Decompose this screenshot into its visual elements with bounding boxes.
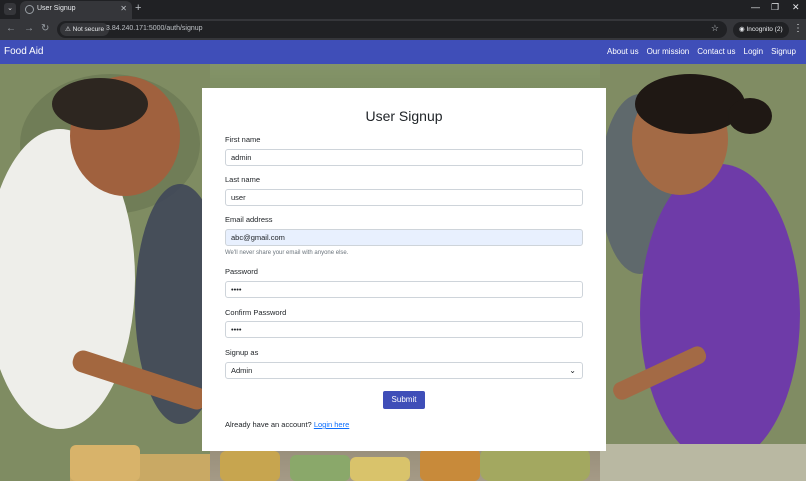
first-name-input[interactable]: admin [225,149,583,166]
incognito-chip[interactable]: ◉ Incognito (2) [733,22,789,38]
restore-icon[interactable]: ❐ [771,2,779,13]
signup-as-select[interactable]: Admin ⌄ [225,362,583,379]
last-name-input[interactable]: user [225,189,583,206]
browser-tab[interactable]: User Signup ✕ [20,1,132,19]
signup-as-label: Signup as [225,348,259,357]
brand-logo[interactable]: Food Aid [4,46,43,57]
browser-toolbar: ← → ↻ ⚠ Not secure 3.84.240.171:5000/aut… [0,19,806,40]
email-label: Email address [225,215,273,224]
kebab-menu-icon[interactable]: ⋮ [793,23,803,34]
close-icon[interactable]: ✕ [120,4,127,13]
tab-title: User Signup [37,5,76,12]
page-title: User Signup [365,108,443,124]
nav-links: About us Our mission Contact us Login Si… [607,47,796,56]
nav-login-link[interactable]: Login [744,47,764,56]
background-photo-left [0,64,210,481]
star-icon[interactable]: ☆ [711,23,719,34]
security-chip[interactable]: ⚠ Not secure [60,23,110,36]
incognito-icon: ◉ [739,26,745,33]
url-text[interactable]: 3.84.240.171:5000/auth/signup [106,25,203,32]
incognito-label: Incognito (2) [746,26,783,33]
login-prompt-text: Already have an account? [225,420,312,429]
new-tab-icon[interactable]: + [135,2,141,14]
address-bar[interactable]: ⚠ Not secure 3.84.240.171:5000/auth/sign… [57,21,727,38]
security-chip-label: Not secure [72,26,105,33]
globe-icon [25,5,34,14]
tab-search-icon[interactable]: ⌄ [4,3,16,15]
window-close-icon[interactable]: ✕ [792,2,800,13]
login-prompt: Already have an account? Login here [225,420,349,429]
back-arrow-icon[interactable]: ← [6,23,16,34]
reload-icon[interactable]: ↻ [41,23,49,34]
browser-tabstrip: ⌄ User Signup ✕ + — ❐ ✕ [0,0,806,19]
nav-about-link[interactable]: About us [607,47,639,56]
forward-arrow-icon[interactable]: → [24,23,34,34]
page-viewport: Food Aid About us Our mission Contact us… [0,40,806,481]
chevron-down-icon: ⌄ [569,366,576,375]
password-label: Password [225,267,258,276]
nav-contact-link[interactable]: Contact us [697,47,735,56]
background-photo-right [600,64,806,481]
submit-button[interactable]: Submit [383,391,425,409]
minimize-icon[interactable]: — [751,2,760,12]
email-input[interactable]: abc@gmail.com [225,229,583,246]
signup-as-value: Admin [231,366,253,375]
last-name-label: Last name [225,175,261,184]
nav-signup-link[interactable]: Signup [771,47,796,56]
email-help-text: We'll never share your email with anyone… [225,250,349,256]
site-navbar: Food Aid About us Our mission Contact us… [0,40,806,64]
login-here-link[interactable]: Login here [314,420,349,429]
nav-mission-link[interactable]: Our mission [647,47,690,56]
confirm-password-label: Confirm Password [225,308,287,317]
confirm-password-input[interactable]: •••• [225,321,583,338]
warning-icon: ⚠ [65,26,71,33]
first-name-label: First name [225,135,261,144]
signup-card: User Signup First name admin Last name u… [202,88,606,451]
password-input[interactable]: •••• [225,281,583,298]
